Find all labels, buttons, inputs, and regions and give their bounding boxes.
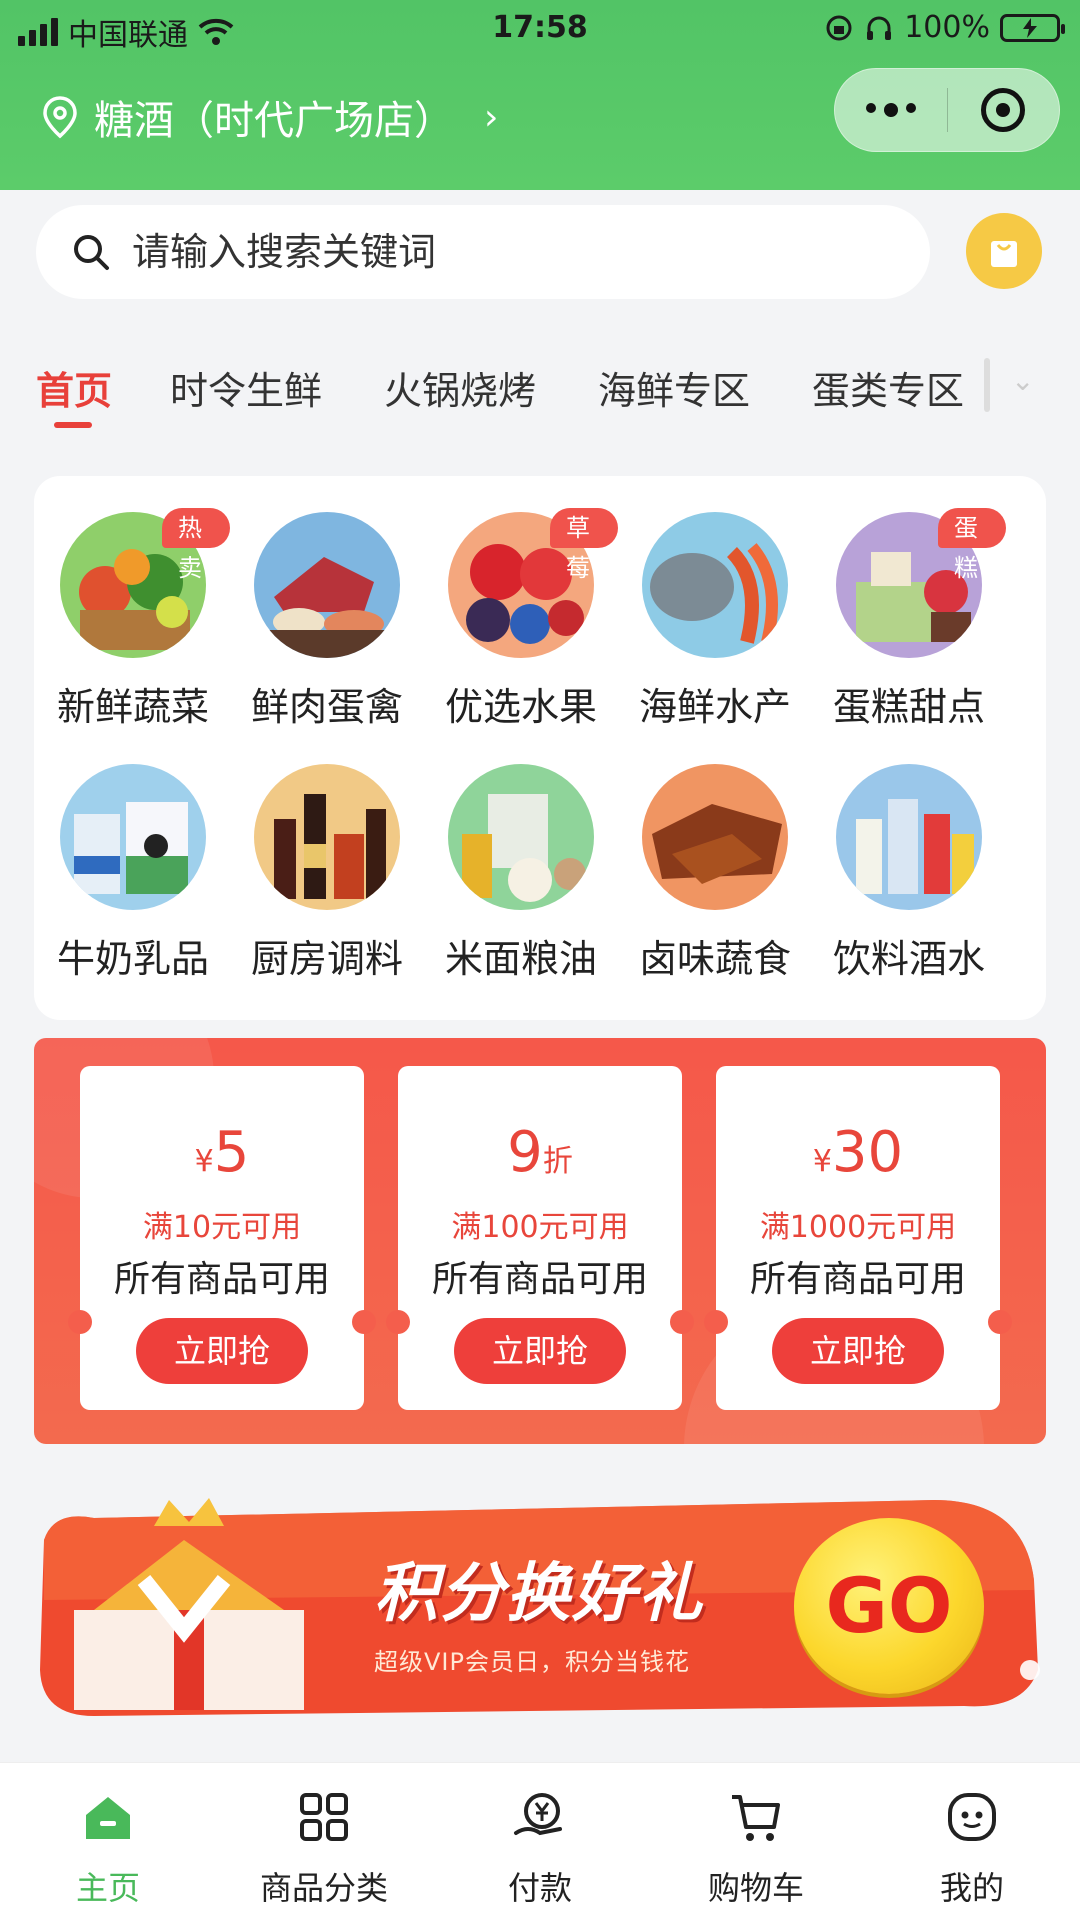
nav-profile[interactable]: 我的: [864, 1763, 1080, 1920]
meat-image: [254, 512, 400, 658]
category-grid: 热卖 新鲜蔬菜 鲜肉蛋禽 草莓 优选水果 海鲜水产 蛋糕 蛋糕甜点 牛奶乳品 厨…: [34, 476, 1046, 1020]
location-pin-icon: [43, 96, 77, 139]
shopping-bag-button[interactable]: [966, 213, 1042, 289]
strawberry-badge: 草莓: [550, 508, 618, 582]
category-label: 饮料酒水: [832, 937, 985, 981]
category-drinks[interactable]: 饮料酒水: [812, 728, 1006, 981]
close-miniprogram-icon[interactable]: [948, 88, 1060, 132]
chevron-right-icon: ›: [484, 96, 499, 138]
grain-oil-image: [448, 764, 594, 910]
braised-food-image: [642, 764, 788, 910]
store-name: 糖酒（时代广场店）: [94, 98, 454, 144]
category-meat-eggs[interactable]: 鲜肉蛋禽: [230, 476, 424, 729]
nav-label: 付款: [507, 1869, 572, 1907]
banner-subtitle: 超级VIP会员日，积分当钱花: [374, 1648, 690, 1676]
category-grain-oil[interactable]: 米面粮油: [424, 728, 618, 981]
more-menu-icon[interactable]: [835, 103, 947, 117]
drinks-image: [836, 764, 982, 910]
nav-label: 主页: [75, 1869, 140, 1907]
search-bar[interactable]: [36, 205, 930, 299]
category-braised[interactable]: 卤味蔬食: [618, 728, 812, 981]
headphones-icon: [867, 16, 892, 40]
category-tabs: 首页 时令生鲜 火锅烧烤 海鲜专区 蛋类专区 ⌄: [36, 350, 1056, 440]
nav-home[interactable]: 主页: [0, 1763, 216, 1920]
coupon-amount: ¥5: [194, 1120, 250, 1185]
category-label: 牛奶乳品: [56, 937, 209, 981]
yen-pay-icon: [514, 1793, 562, 1836]
nav-label: 购物车: [707, 1869, 804, 1907]
grid-icon: [300, 1793, 348, 1841]
nav-cart[interactable]: 购物车: [648, 1763, 864, 1920]
top-header: 中国联通 17:58 100% 糖酒（时代广场店） ›: [0, 0, 1080, 190]
battery-percent: 100%: [904, 10, 990, 45]
smiley-icon: [948, 1793, 996, 1841]
category-label: 卤味蔬食: [638, 937, 791, 981]
chevron-down-icon[interactable]: ⌄: [1011, 364, 1034, 397]
coupon-card: ¥5 满10元可用 所有商品可用 立即抢: [68, 1066, 376, 1410]
store-selector[interactable]: 糖酒（时代广场店） ›: [40, 88, 498, 146]
condiments-image: [254, 764, 400, 910]
category-label: 海鲜水产: [638, 685, 791, 729]
nav-pay[interactable]: 付款: [432, 1763, 648, 1920]
active-tab-indicator: [54, 422, 92, 428]
seafood-image: [642, 512, 788, 658]
category-condiments[interactable]: 厨房调料: [230, 728, 424, 981]
tab-hotpot-bbq[interactable]: 火锅烧烤: [384, 360, 536, 415]
category-label: 厨房调料: [250, 937, 403, 981]
coupon-scope: 所有商品可用: [113, 1259, 330, 1300]
coupon-amount: 9折: [507, 1120, 573, 1185]
shopping-bag-icon: [991, 241, 1017, 267]
category-cake[interactable]: 蛋糕 蛋糕甜点: [812, 476, 1006, 729]
coupon-amount: ¥30: [812, 1120, 904, 1185]
nav-label: 商品分类: [259, 1869, 388, 1907]
milk-image: [60, 764, 206, 910]
tabs-divider: [984, 358, 990, 412]
coupon-scope: 所有商品可用: [431, 1259, 648, 1300]
grab-coupon-button[interactable]: 立即抢: [136, 1318, 308, 1384]
home-icon: [86, 1797, 130, 1839]
category-seafood[interactable]: 海鲜水产: [618, 476, 812, 729]
tab-seasonal-fresh[interactable]: 时令生鲜: [170, 360, 322, 415]
battery-icon: [1000, 13, 1065, 42]
grab-coupon-button[interactable]: 立即抢: [772, 1318, 944, 1384]
banner-title: 积分换好礼: [374, 1557, 704, 1631]
search-icon: [74, 235, 109, 270]
miniprogram-capsule: [834, 68, 1060, 152]
search-input[interactable]: [132, 230, 832, 274]
cart-icon: [732, 1795, 780, 1841]
nav-label: 我的: [939, 1869, 1004, 1907]
grab-coupon-button[interactable]: 立即抢: [454, 1318, 626, 1384]
category-vegetables[interactable]: 热卖 新鲜蔬菜: [36, 476, 230, 729]
go-button[interactable]: GO: [794, 1518, 984, 1694]
category-label: 米面粮油: [444, 937, 597, 981]
category-label: 优选水果: [444, 685, 597, 729]
category-milk[interactable]: 牛奶乳品: [36, 728, 230, 981]
tab-eggs[interactable]: 蛋类专区: [812, 360, 964, 415]
cake-badge: 蛋糕: [938, 508, 1006, 582]
hot-badge: 热卖: [162, 508, 230, 582]
coupon-card: 9折 满100元可用 所有商品可用 立即抢: [386, 1066, 694, 1410]
tab-seafood[interactable]: 海鲜专区: [598, 360, 750, 415]
status-bar: 中国联通 17:58 100%: [0, 0, 1080, 56]
coupon-panel: ¥5 满10元可用 所有商品可用 立即抢 9折 满100元可用 所有商品可用 立…: [34, 1038, 1046, 1444]
category-label: 鲜肉蛋禽: [250, 685, 403, 729]
nav-categories[interactable]: 商品分类: [216, 1763, 432, 1920]
category-label: 新鲜蔬菜: [56, 685, 209, 729]
coupon-condition: 满1000元可用: [759, 1210, 957, 1245]
points-promo-banner[interactable]: 积分换好礼 超级VIP会员日，积分当钱花 GO: [34, 1470, 1046, 1720]
tab-home[interactable]: 首页: [36, 360, 112, 415]
rotation-lock-icon: [826, 15, 852, 40]
coupon-condition: 满10元可用: [142, 1210, 302, 1245]
coupon-condition: 满100元可用: [451, 1210, 629, 1245]
category-fruit[interactable]: 草莓 优选水果: [424, 476, 618, 729]
category-label: 蛋糕甜点: [832, 685, 985, 729]
coupon-scope: 所有商品可用: [749, 1259, 966, 1300]
bottom-tab-bar: 主页 商品分类 付款 购物车 我的: [0, 1762, 1080, 1920]
coupon-card: ¥30 满1000元可用 所有商品可用 立即抢: [704, 1066, 1012, 1410]
